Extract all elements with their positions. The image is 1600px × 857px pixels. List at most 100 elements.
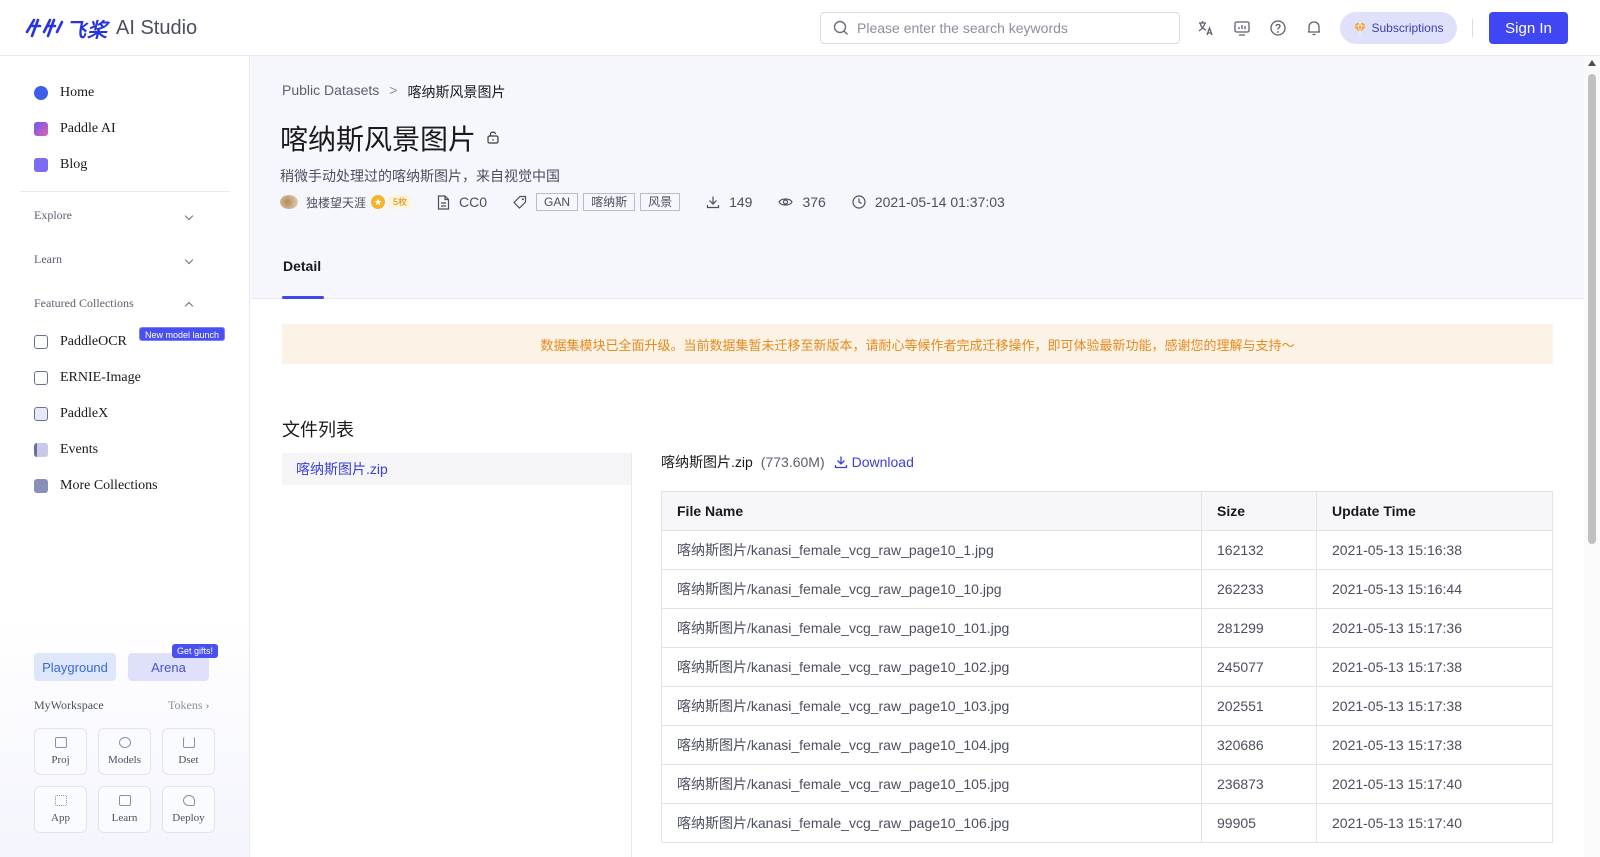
- sidebar-item-paddleocr[interactable]: PaddleOCR: [34, 330, 127, 354]
- table-row[interactable]: 喀纳斯图片/kanasi_female_vcg_raw_page10_102.j…: [661, 647, 1553, 687]
- section-featured[interactable]: Featured Collections: [34, 296, 194, 311]
- tokens-link[interactable]: Tokens ›: [168, 698, 210, 713]
- tokens-label: Tokens: [168, 698, 203, 712]
- author-name[interactable]: 独楼望天涯: [306, 194, 366, 211]
- breadcrumb-separator: >: [389, 82, 398, 98]
- table-row[interactable]: 喀纳斯图片/kanasi_female_vcg_raw_page10_104.j…: [661, 725, 1553, 765]
- file-name-cell: 喀纳斯图片/kanasi_female_vcg_raw_page10_10.jp…: [661, 569, 1202, 609]
- scroll-up-arrow[interactable]: [1588, 60, 1596, 66]
- sidebar-item-blog[interactable]: Blog: [34, 153, 87, 177]
- tile-label: Proj: [51, 754, 70, 766]
- search-box[interactable]: [820, 12, 1180, 44]
- selected-file-name: 喀纳斯图片.zip: [661, 454, 753, 470]
- table-row[interactable]: 喀纳斯图片/kanasi_female_vcg_raw_page10_103.j…: [661, 686, 1553, 726]
- page-scrollbar[interactable]: [1584, 56, 1600, 857]
- file-name-cell: 喀纳斯图片/kanasi_female_vcg_raw_page10_105.j…: [661, 764, 1202, 804]
- new-model-badge: New model launch: [139, 327, 226, 341]
- dashboard-icon[interactable]: [1233, 19, 1251, 37]
- section-label: Featured Collections: [34, 296, 134, 310]
- sidebar-item-label: PaddleOCR: [60, 334, 127, 349]
- tags: GAN 喀纳斯 风景: [513, 193, 685, 211]
- page-title: 喀纳斯风景图片: [280, 123, 477, 156]
- section-label: Learn: [34, 252, 62, 266]
- download-count: 149: [706, 194, 752, 210]
- workspace-tile-app[interactable]: App: [34, 786, 87, 833]
- workspace-tile-models[interactable]: Models: [98, 728, 151, 775]
- tag-chip[interactable]: 风景: [640, 193, 681, 211]
- sidebar-item-label: More Collections: [60, 478, 158, 493]
- paddlex-icon: [34, 407, 48, 421]
- breadcrumb-public-datasets[interactable]: Public Datasets: [282, 82, 379, 102]
- tile-label: Learn: [111, 812, 138, 824]
- table-row[interactable]: 喀纳斯图片/kanasi_female_vcg_raw_page10_1.jpg…: [661, 530, 1553, 570]
- apps-icon: [54, 795, 67, 806]
- dataset-hero: Public Datasets > 喀纳斯风景图片 喀纳斯风景图片 稍微手动处理…: [251, 56, 1584, 299]
- download-count-value: 149: [729, 194, 753, 210]
- tag-chip[interactable]: 喀纳斯: [583, 193, 636, 211]
- sidebar-item-label: Paddle AI: [60, 121, 116, 136]
- logo-en-text: AI Studio: [116, 16, 198, 39]
- logo-cn-text: 飞桨: [66, 17, 108, 42]
- dataset-icon: [182, 737, 195, 748]
- download-label: Download: [851, 454, 914, 470]
- avatar[interactable]: [280, 195, 298, 209]
- workspace-tile-proj[interactable]: Proj: [34, 728, 87, 775]
- search-input[interactable]: [857, 20, 1157, 36]
- file-size-cell: 320686: [1201, 725, 1317, 765]
- sidebar-item-events[interactable]: Events: [34, 438, 98, 462]
- blog-icon: [34, 158, 48, 172]
- book-icon: [118, 795, 131, 806]
- sign-in-button[interactable]: Sign In: [1489, 12, 1568, 44]
- bell-icon[interactable]: [1305, 19, 1323, 37]
- gift-badge: Get gifts!: [172, 644, 219, 658]
- section-label: Explore: [34, 208, 72, 222]
- workspace-tile-learn[interactable]: Learn: [98, 786, 151, 833]
- file-time-cell: 2021-05-13 15:17:38: [1316, 725, 1553, 765]
- file-name-cell: 喀纳斯图片/kanasi_female_vcg_raw_page10_103.j…: [661, 686, 1202, 726]
- table-row[interactable]: 喀纳斯图片/kanasi_female_vcg_raw_page10_10.jp…: [661, 569, 1553, 609]
- workspace-tile-dset[interactable]: Dset: [162, 728, 215, 775]
- file-list-item[interactable]: 喀纳斯图片.zip: [282, 453, 631, 485]
- subscriptions-button[interactable]: Subscriptions: [1340, 12, 1457, 44]
- sidebar-item-more-collections[interactable]: More Collections: [34, 474, 158, 498]
- translate-icon[interactable]: [1197, 19, 1215, 37]
- sidebar-item-ernie-image[interactable]: ERNIE-Image: [34, 366, 141, 390]
- file-name-cell: 喀纳斯图片/kanasi_female_vcg_raw_page10_101.j…: [661, 608, 1202, 648]
- help-icon[interactable]: [1269, 19, 1287, 37]
- clock-icon: [852, 195, 866, 209]
- section-learn[interactable]: Learn: [34, 252, 194, 267]
- file-time-cell: 2021-05-13 15:17:38: [1316, 686, 1553, 726]
- header-divider: [1472, 19, 1473, 37]
- chevron-down-icon: [184, 255, 194, 264]
- logo[interactable]: 飞桨 AI Studio: [24, 14, 197, 42]
- playground-button[interactable]: Playground: [34, 653, 116, 681]
- tab-detail[interactable]: Detail: [283, 258, 321, 274]
- chevron-up-icon: [184, 301, 194, 310]
- tag-chip[interactable]: GAN: [536, 193, 579, 211]
- sidebar-item-home[interactable]: Home: [34, 81, 94, 105]
- sidebar-item-label: Home: [60, 85, 95, 100]
- sidebar-item-paddlex[interactable]: PaddleX: [34, 402, 108, 426]
- section-explore[interactable]: Explore: [34, 208, 194, 223]
- download-icon: [834, 456, 847, 469]
- table-row[interactable]: 喀纳斯图片/kanasi_female_vcg_raw_page10_105.j…: [661, 764, 1553, 804]
- file-sidebar: 喀纳斯图片.zip: [282, 453, 632, 857]
- file-size-cell: 202551: [1201, 686, 1317, 726]
- table-row[interactable]: 喀纳斯图片/kanasi_female_vcg_raw_page10_106.j…: [661, 803, 1553, 843]
- view-count: 376: [778, 194, 826, 210]
- tile-label: Deploy: [172, 812, 205, 824]
- file-name-cell: 喀纳斯图片/kanasi_female_vcg_raw_page10_102.j…: [661, 647, 1202, 687]
- tab-active-indicator: [282, 296, 324, 299]
- scrollbar-thumb[interactable]: [1588, 74, 1596, 544]
- download-icon: [706, 196, 720, 209]
- file-size-cell: 236873: [1201, 764, 1317, 804]
- view-count-value: 376: [802, 194, 826, 210]
- table-header-row: File Name Size Update Time: [661, 491, 1553, 531]
- sidebar-item-paddle-ai[interactable]: Paddle AI: [34, 117, 116, 141]
- table-row[interactable]: 喀纳斯图片/kanasi_female_vcg_raw_page10_101.j…: [661, 608, 1553, 648]
- workspace-tile-deploy[interactable]: Deploy: [162, 786, 215, 833]
- file-time-cell: 2021-05-13 15:16:44: [1316, 569, 1553, 609]
- paddle-ai-icon: [34, 122, 48, 136]
- sidebar-item-label: ERNIE-Image: [60, 370, 141, 385]
- download-link[interactable]: Download: [834, 454, 914, 470]
